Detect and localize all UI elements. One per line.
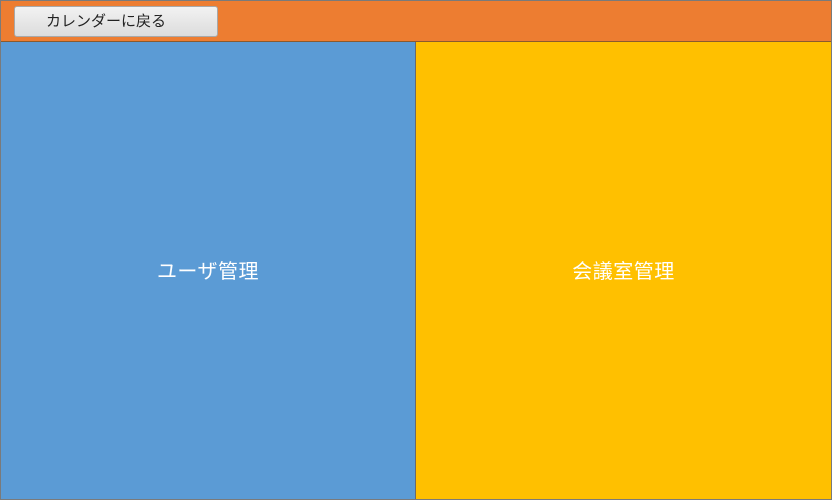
room-management-tile[interactable]: 会議室管理 — [416, 42, 831, 499]
back-to-calendar-button[interactable]: カレンダーに戻る — [14, 6, 218, 37]
header-bar: カレンダーに戻る — [1, 1, 831, 42]
user-management-label: ユーザ管理 — [156, 259, 260, 283]
app-window: カレンダーに戻る ユーザ管理 会議室管理 — [0, 0, 832, 500]
admin-menu: ユーザ管理 会議室管理 — [1, 42, 831, 499]
room-management-label: 会議室管理 — [572, 259, 675, 283]
user-management-tile[interactable]: ユーザ管理 — [1, 42, 416, 499]
